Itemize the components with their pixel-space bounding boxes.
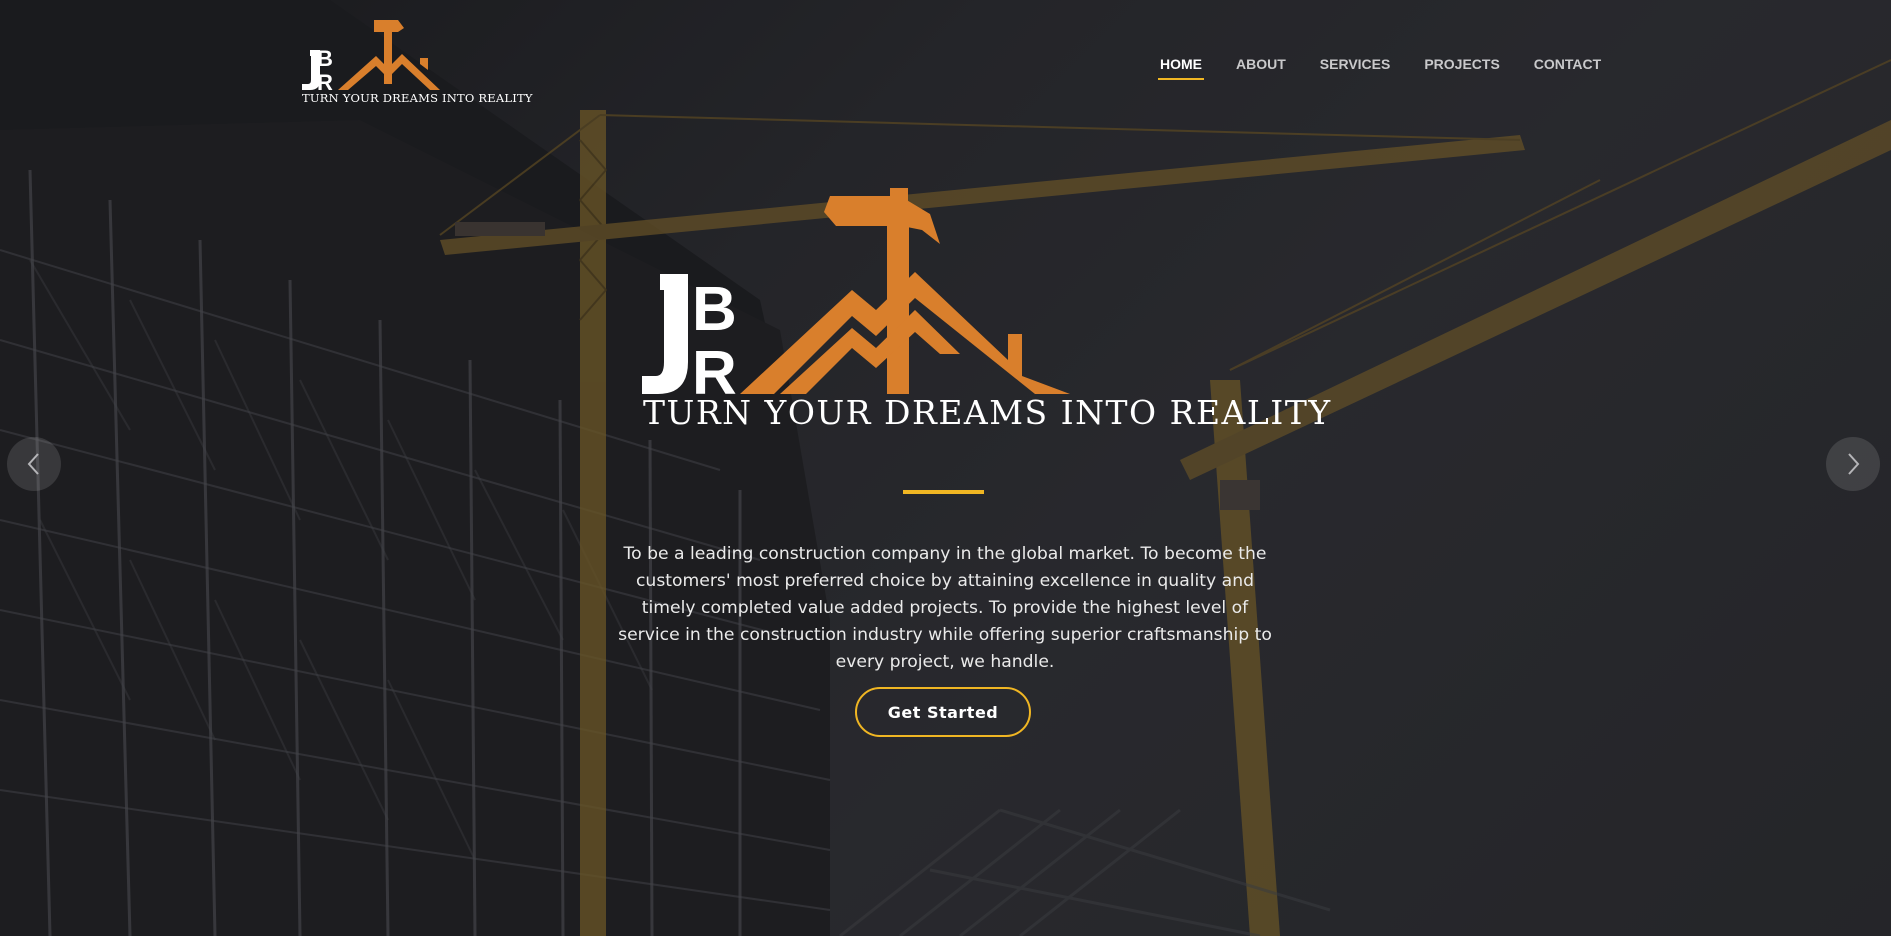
svg-text:B: B [317,46,333,71]
nav-home[interactable]: HOME [1158,56,1204,80]
carousel-prev-button[interactable] [7,437,61,491]
svg-text:R: R [692,339,737,396]
nav-contact[interactable]: CONTACT [1534,56,1601,80]
header-logo[interactable]: B R TURN YOUR DREAMS INTO REALITY [300,18,532,108]
main-nav: HOME ABOUT SERVICES PROJECTS CONTACT [1158,56,1635,80]
svg-text:R: R [317,70,333,92]
mission-statement: To be a leading construction company in … [618,544,1272,673]
hero-tagline: TURN YOUR DREAMS INTO REALITY [643,393,1332,432]
accent-divider [903,490,984,494]
chevron-left-icon [27,453,39,475]
nav-services[interactable]: SERVICES [1320,56,1391,80]
jbr-logo-icon: B R [302,20,440,95]
get-started-button[interactable]: Get Started [855,687,1031,737]
chevron-right-icon [1848,453,1860,475]
hero-section: B R TURN YOUR DREAMS INTO REALITY HOME A… [0,0,1891,936]
nav-about[interactable]: ABOUT [1236,56,1286,80]
dark-overlay [0,0,1891,936]
nav-projects[interactable]: PROJECTS [1424,56,1499,80]
header-tagline: TURN YOUR DREAMS INTO REALITY [302,91,533,105]
svg-text:B: B [692,275,737,344]
hero-logo: B R TURN YOUR DREAMS INTO REALITY [640,186,1330,436]
jbr-hero-logo-icon: B R [642,188,1070,408]
carousel-next-button[interactable] [1826,437,1880,491]
